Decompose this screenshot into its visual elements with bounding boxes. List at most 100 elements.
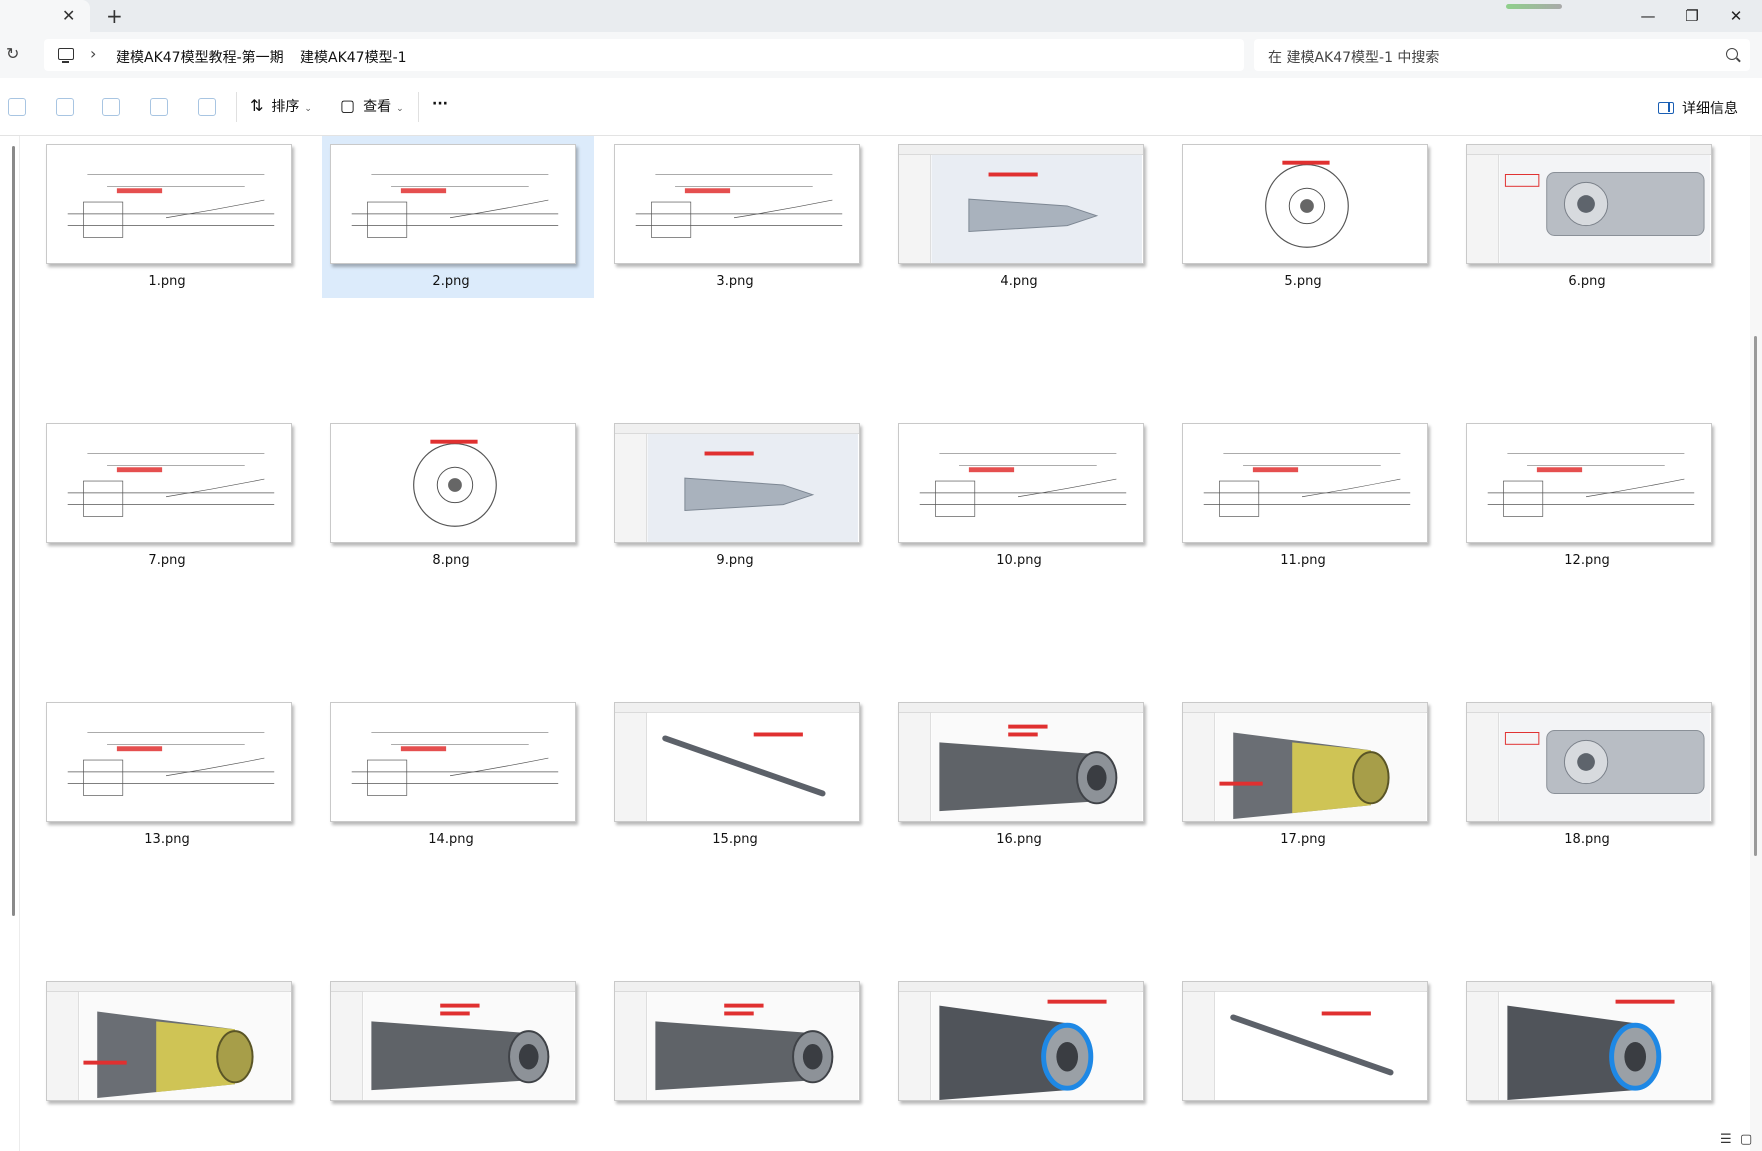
file-item[interactable]	[890, 959, 1162, 1135]
share-icon[interactable]	[150, 98, 168, 116]
minimize-button[interactable]: —	[1636, 4, 1660, 28]
navigation-scrollbar[interactable]	[12, 146, 15, 916]
thumbnail-preview	[363, 991, 574, 1100]
this-pc-icon[interactable]	[58, 48, 74, 63]
file-item[interactable]: 12.png	[1458, 401, 1730, 577]
chevron-right-icon[interactable]: ›	[90, 44, 96, 63]
file-thumbnail[interactable]	[1466, 144, 1712, 264]
file-item[interactable]: 8.png	[322, 401, 594, 577]
file-thumbnail[interactable]	[1466, 702, 1712, 822]
file-thumbnail[interactable]	[330, 981, 576, 1101]
file-name: 9.png	[716, 553, 754, 568]
file-item[interactable]: 15.png	[606, 680, 878, 856]
file-item[interactable]: 5.png	[1174, 136, 1446, 298]
toolbar-divider	[418, 92, 419, 122]
more-options-button[interactable]: ···	[432, 96, 448, 112]
view-button[interactable]: ▢ 查看 ⌄	[340, 96, 404, 116]
chevron-down-icon: ⌄	[396, 104, 404, 114]
thumbnail-preview	[1203, 453, 1411, 517]
details-pane-icon	[1658, 102, 1674, 114]
file-thumbnail[interactable]	[1466, 423, 1712, 543]
file-item[interactable]: 17.png	[1174, 680, 1446, 856]
file-item[interactable]: 18.png	[1458, 680, 1730, 856]
file-thumbnail[interactable]	[46, 981, 292, 1101]
file-thumbnail[interactable]	[1182, 702, 1428, 822]
file-thumbnail[interactable]	[330, 702, 576, 822]
file-item[interactable]: 16.png	[890, 680, 1162, 856]
file-thumbnail[interactable]	[614, 981, 860, 1101]
file-item[interactable]: 10.png	[890, 401, 1162, 577]
breadcrumb-item-current[interactable]: 建模AK47模型-1	[300, 47, 407, 67]
file-thumbnail[interactable]	[1182, 144, 1428, 264]
search-icon[interactable]	[1726, 48, 1738, 60]
new-tab-icon[interactable]: +	[106, 4, 123, 28]
file-thumbnail[interactable]	[46, 702, 292, 822]
navigation-pane[interactable]	[0, 136, 20, 1151]
details-pane-button[interactable]: 详细信息	[1658, 98, 1738, 118]
file-item[interactable]: 7.png	[38, 401, 310, 577]
file-item[interactable]: 2.png	[322, 136, 594, 298]
explorer-tab[interactable]: ✕	[0, 0, 90, 32]
search-input[interactable]: 在 建模AK47模型-1 中搜索	[1254, 39, 1750, 71]
file-item[interactable]: 3.png	[606, 136, 878, 298]
thumbnail-preview	[67, 453, 275, 517]
file-item[interactable]: 13.png	[38, 680, 310, 856]
file-item[interactable]: 4.png	[890, 136, 1162, 298]
file-thumbnail[interactable]	[1182, 423, 1428, 543]
thumbnail-view-icon[interactable]: ▢	[1740, 1132, 1752, 1147]
file-item[interactable]	[1174, 959, 1446, 1135]
file-thumbnail[interactable]	[898, 702, 1144, 822]
paste-icon[interactable]	[56, 98, 74, 116]
file-thumbnail[interactable]	[614, 144, 860, 264]
file-thumbnail[interactable]	[1466, 981, 1712, 1101]
file-name: 7.png	[148, 553, 186, 568]
file-thumbnail[interactable]	[330, 144, 576, 264]
close-tab-icon[interactable]: ✕	[62, 6, 75, 25]
file-item[interactable]: 11.png	[1174, 401, 1446, 577]
file-thumbnail[interactable]	[898, 423, 1144, 543]
copy-icon[interactable]	[8, 98, 26, 116]
close-window-button[interactable]: ✕	[1724, 4, 1748, 28]
delete-icon[interactable]	[198, 98, 216, 116]
file-thumbnail[interactable]	[898, 981, 1144, 1101]
thumbnail-preview	[647, 991, 858, 1100]
scrollbar-thumb[interactable]	[1754, 336, 1757, 856]
file-thumbnail[interactable]	[46, 423, 292, 543]
file-item[interactable]: 1.png	[38, 136, 310, 298]
file-name: 12.png	[1564, 553, 1610, 568]
file-item[interactable]	[38, 959, 310, 1135]
file-item[interactable]	[322, 959, 594, 1135]
file-thumbnail[interactable]	[46, 144, 292, 264]
file-name: 3.png	[716, 274, 754, 289]
search-placeholder: 在 建模AK47模型-1 中搜索	[1268, 50, 1440, 66]
thumbnail-preview	[647, 433, 858, 542]
file-item[interactable]	[1458, 959, 1730, 1135]
file-name: 6.png	[1568, 274, 1606, 289]
thumbnail-preview	[635, 174, 843, 238]
breadcrumb[interactable]: › 建模AK47模型教程-第一期 › 建模AK47模型-1	[44, 39, 1244, 71]
file-item[interactable]: 14.png	[322, 680, 594, 856]
file-thumbnail[interactable]	[330, 423, 576, 543]
file-item[interactable]: 6.png	[1458, 136, 1730, 298]
file-thumbnail[interactable]	[614, 423, 860, 543]
thumbnail-preview	[931, 712, 1142, 821]
breadcrumb-item-parent[interactable]: 建模AK47模型教程-第一期	[116, 47, 284, 67]
thumbnail-preview	[1265, 160, 1349, 248]
details-view-icon[interactable]: ☰	[1720, 1132, 1732, 1147]
maximize-button[interactable]: ❐	[1680, 4, 1704, 28]
file-thumbnail[interactable]	[614, 702, 860, 822]
file-thumbnail[interactable]	[1182, 981, 1428, 1101]
details-label: 详细信息	[1682, 101, 1738, 117]
thumbnail-preview	[67, 732, 275, 796]
thumbnail-preview	[1499, 712, 1710, 821]
sort-label: 排序	[271, 99, 300, 115]
file-name: 15.png	[712, 832, 758, 847]
refresh-icon[interactable]: ↻	[6, 44, 19, 63]
sort-button[interactable]: ⇅ 排序 ⌄	[250, 96, 312, 116]
file-thumbnail[interactable]	[898, 144, 1144, 264]
chevron-right-icon[interactable]: ›	[274, 44, 280, 63]
rename-icon[interactable]	[102, 98, 120, 116]
vertical-scrollbar[interactable]	[1750, 136, 1762, 1151]
file-item[interactable]: 9.png	[606, 401, 878, 577]
file-item[interactable]	[606, 959, 878, 1135]
